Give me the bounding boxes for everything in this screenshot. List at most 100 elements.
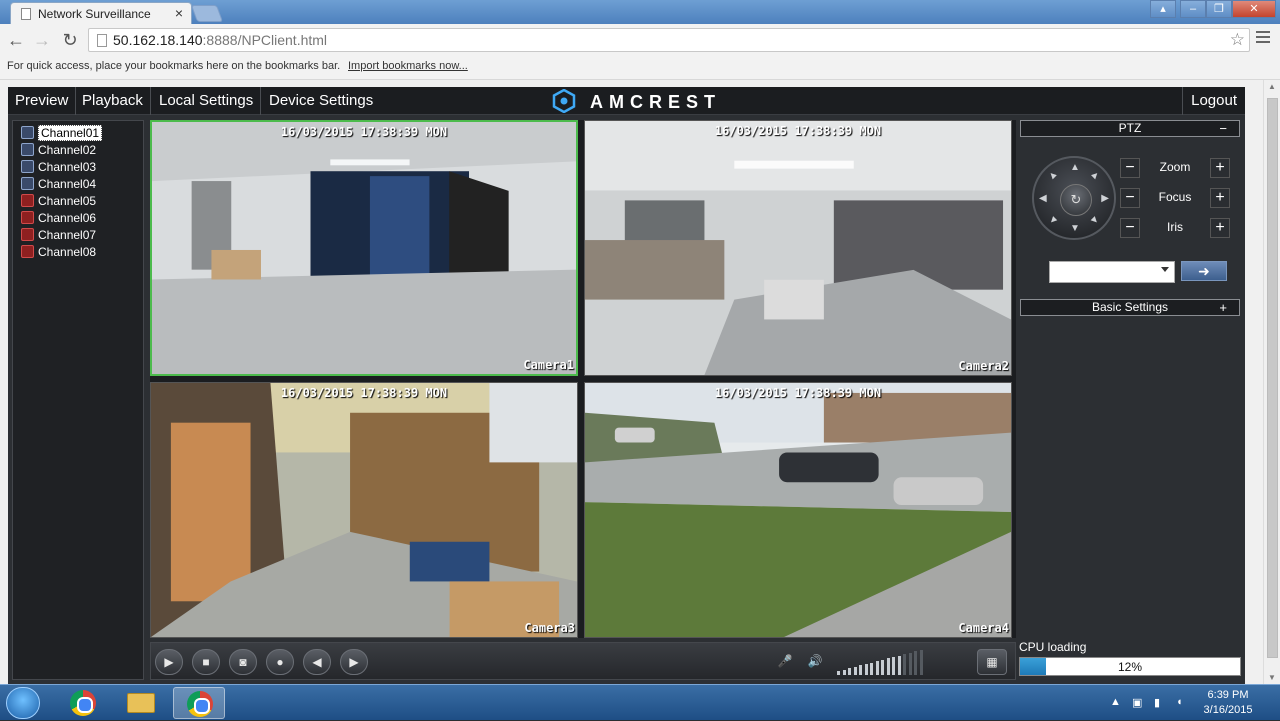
browser-title-bar: Network Surveillance × ▴ – ❐ ✕ bbox=[0, 0, 1280, 24]
camera-online-icon bbox=[21, 143, 34, 156]
tray-network-icon[interactable]: ▣ bbox=[1132, 696, 1142, 709]
system-clock[interactable]: 6:39 PM 3/16/2015 bbox=[1198, 688, 1258, 718]
nav-preview[interactable]: Preview bbox=[8, 87, 77, 115]
logout-button[interactable]: Logout bbox=[1182, 87, 1245, 115]
back-icon[interactable]: ← bbox=[6, 30, 26, 50]
browser-tab[interactable]: Network Surveillance × bbox=[10, 2, 192, 24]
ptz-up-icon[interactable]: ▲ bbox=[1070, 162, 1080, 173]
ptz-direction-pad[interactable]: ▲ ▼ ◀ ▶ ▲ ▲ ▼ ▼ ↻ bbox=[1032, 156, 1116, 240]
camera-offline-icon bbox=[21, 211, 34, 224]
ptz-auto-scan-icon[interactable]: ↻ bbox=[1060, 184, 1092, 216]
clock-date: 3/16/2015 bbox=[1203, 704, 1253, 716]
snapshot-icon[interactable]: ◙ bbox=[229, 649, 257, 675]
camera-offline-icon bbox=[21, 245, 34, 258]
zoom-in-button[interactable]: + bbox=[1210, 158, 1230, 178]
channel-item[interactable]: Channel06 bbox=[21, 211, 96, 227]
minimize-button[interactable]: – bbox=[1180, 0, 1206, 18]
microphone-icon[interactable]: 🎤 bbox=[771, 649, 799, 675]
tab-close-icon[interactable]: × bbox=[175, 5, 183, 21]
speaker-icon[interactable]: 🔊 bbox=[801, 649, 829, 675]
tray-expand-icon[interactable]: ▲ bbox=[1110, 696, 1121, 708]
ptz-header[interactable]: PTZ − bbox=[1020, 120, 1240, 137]
taskbar-folder-icon[interactable] bbox=[115, 687, 167, 719]
start-button-icon[interactable] bbox=[6, 687, 40, 719]
address-bar[interactable]: 50.162.18.140:8888/NPClient.html ☆ bbox=[88, 28, 1250, 52]
reload-icon[interactable]: ↻ bbox=[60, 30, 80, 50]
hex-logo-icon bbox=[552, 89, 576, 113]
camera-name: Camera1 bbox=[523, 358, 574, 372]
ptz-down-left-icon[interactable]: ▼ bbox=[1046, 213, 1061, 228]
ptz-title: PTZ bbox=[1118, 121, 1142, 135]
ptz-up-right-icon[interactable]: ▲ bbox=[1088, 168, 1103, 183]
scroll-up-icon[interactable]: ▲ bbox=[1268, 82, 1276, 91]
channel-item[interactable]: Channel02 bbox=[21, 143, 96, 159]
iris-minus-button[interactable]: − bbox=[1120, 218, 1140, 238]
play-icon[interactable]: ▶ bbox=[155, 649, 183, 675]
cpu-loading-percent: 12% bbox=[1117, 660, 1143, 674]
camera-name: Camera3 bbox=[524, 621, 575, 635]
focus-minus-button[interactable]: − bbox=[1120, 188, 1140, 208]
camera-2-feed bbox=[585, 121, 1011, 375]
channel-item[interactable]: Channel07 bbox=[21, 228, 96, 244]
ptz-right-icon[interactable]: ▶ bbox=[1101, 193, 1109, 204]
channel-item[interactable]: Channel05 bbox=[21, 194, 96, 210]
scroll-thumb[interactable] bbox=[1267, 98, 1278, 658]
page-scrollbar[interactable]: ▲ ▼ bbox=[1263, 80, 1280, 684]
bookmark-star-icon[interactable]: ☆ bbox=[1230, 30, 1245, 50]
expand-icon[interactable]: + bbox=[1219, 300, 1227, 315]
camera-tile-3[interactable]: 16/03/2015 17:38:39 MON Camera3 bbox=[150, 382, 578, 638]
forward-icon[interactable]: → bbox=[32, 30, 52, 50]
preset-select[interactable] bbox=[1049, 261, 1175, 283]
preset-go-button[interactable]: ➜ bbox=[1181, 261, 1227, 281]
camera-timestamp: 16/03/2015 17:38:39 MON bbox=[714, 386, 882, 400]
record-icon[interactable]: ● bbox=[266, 649, 294, 675]
maximize-button[interactable]: ❐ bbox=[1206, 0, 1232, 18]
window-close-button[interactable]: ✕ bbox=[1232, 0, 1276, 18]
taskbar-chrome-active-icon[interactable] bbox=[173, 687, 225, 719]
next-icon[interactable]: ▶ bbox=[340, 649, 368, 675]
channel-item[interactable]: Channel04 bbox=[21, 177, 96, 193]
nav-device-settings[interactable]: Device Settings bbox=[262, 87, 380, 115]
ptz-up-left-icon[interactable]: ▲ bbox=[1046, 168, 1061, 183]
zoom-out-button[interactable]: − bbox=[1120, 158, 1140, 178]
camera-tile-2[interactable]: 16/03/2015 17:38:39 MON Camera2 bbox=[584, 120, 1012, 376]
stop-icon[interactable]: ■ bbox=[192, 649, 220, 675]
channel-item[interactable]: Channel01 bbox=[21, 125, 103, 142]
camera-online-icon bbox=[21, 160, 34, 173]
user-icon[interactable]: ▴ bbox=[1150, 0, 1176, 18]
ptz-left-icon[interactable]: ◀ bbox=[1039, 193, 1047, 204]
system-tray: ▲ ▣ ▮ ◖ 6:39 PM 3/16/2015 bbox=[1100, 685, 1280, 721]
tray-signal-icon[interactable]: ▮ bbox=[1154, 696, 1160, 709]
brand-name: AMCREST bbox=[590, 92, 721, 112]
camera-timestamp: 16/03/2015 17:38:39 MON bbox=[714, 124, 882, 138]
iris-control: − Iris + bbox=[1120, 217, 1230, 239]
volume-bar bbox=[837, 671, 840, 675]
nav-local-settings[interactable]: Local Settings bbox=[152, 87, 262, 115]
collapse-icon[interactable]: − bbox=[1219, 121, 1227, 136]
camera-tile-1[interactable]: 16/03/2015 17:38:39 MON Camera1 bbox=[150, 120, 578, 376]
import-bookmarks-link[interactable]: Import bookmarks now... bbox=[348, 60, 468, 72]
new-tab-button[interactable] bbox=[190, 5, 224, 22]
camera-tile-4[interactable]: 16/03/2015 17:38:39 MON Camera4 bbox=[584, 382, 1012, 638]
taskbar-chrome-icon[interactable] bbox=[57, 687, 109, 719]
channel-item[interactable]: Channel03 bbox=[21, 160, 96, 176]
basic-settings-header[interactable]: Basic Settings + bbox=[1020, 299, 1240, 316]
volume-level-icon[interactable] bbox=[837, 649, 927, 675]
ptz-down-icon[interactable]: ▼ bbox=[1070, 223, 1080, 234]
layout-grid-icon[interactable]: ▦ bbox=[977, 649, 1007, 675]
channel-item[interactable]: Channel08 bbox=[21, 245, 96, 261]
page-icon bbox=[21, 8, 31, 20]
page-icon bbox=[97, 34, 107, 47]
tray-volume-icon[interactable]: ◖ bbox=[1176, 696, 1183, 708]
focus-plus-button[interactable]: + bbox=[1210, 188, 1230, 208]
browser-toolbar: ← → ↻ 50.162.18.140:8888/NPClient.html ☆ bbox=[0, 24, 1280, 56]
prev-icon[interactable]: ◀ bbox=[303, 649, 331, 675]
playback-control-bar: ▶ ■ ◙ ● ◀ ▶ 🎤 🔊 ▦ bbox=[150, 642, 1016, 680]
scroll-down-icon[interactable]: ▼ bbox=[1268, 673, 1276, 682]
menu-icon[interactable] bbox=[1256, 31, 1270, 45]
iris-plus-button[interactable]: + bbox=[1210, 218, 1230, 238]
nav-playback[interactable]: Playback bbox=[75, 87, 151, 115]
channel-label: Channel02 bbox=[38, 143, 97, 157]
ptz-down-right-icon[interactable]: ▼ bbox=[1088, 213, 1103, 228]
url-text[interactable]: 50.162.18.140:8888/NPClient.html bbox=[113, 32, 327, 48]
